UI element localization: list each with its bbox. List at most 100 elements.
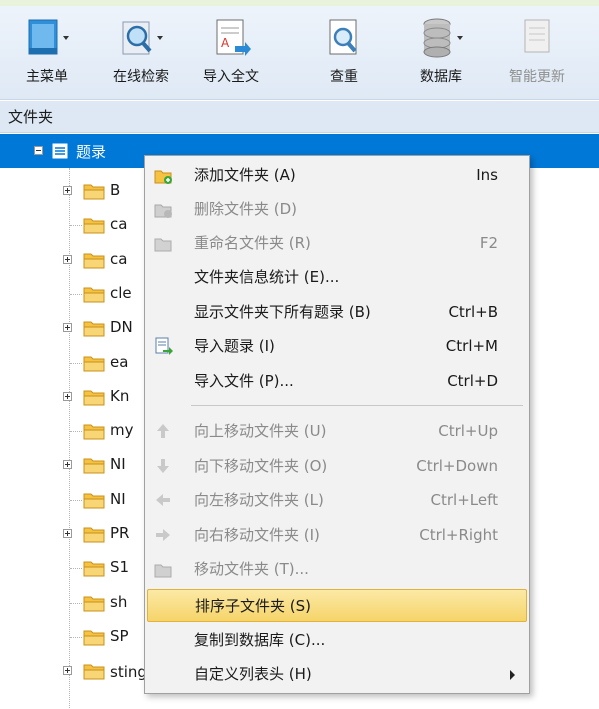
menu-item-label: 排序子文件夹 (S) [195,597,311,615]
menu-item-shortcut: Ctrl+B [448,303,498,321]
menu-item[interactable]: 复制到数据库 (C)... [147,624,527,657]
import-fulltext-button[interactable]: A 导入全文 [192,10,270,94]
online-search-icon [122,21,163,55]
arrow-left-icon [156,494,170,506]
menu-item-label: 添加文件夹 (A) [194,166,296,184]
tree-connector [70,602,82,604]
menu-item[interactable]: 导入文件 (P)... Ctrl+D [147,365,527,398]
folder-panel-header: 文件夹 [0,101,599,133]
menu-item[interactable]: 向下移动文件夹 (O) Ctrl+Down [147,450,527,483]
folder-icon [83,424,105,440]
database-button[interactable]: 数据库 [402,10,480,94]
expand-icon[interactable] [63,254,72,264]
tree-node-label: my [110,421,134,440]
menu-item[interactable]: 导入题录 (I) Ctrl+M [147,330,527,363]
tree-node-label: Kn [110,386,130,405]
menu-item-shortcut: Ins [476,166,498,184]
menu-item-label: 向上移动文件夹 (U) [194,422,327,440]
folder-icon [83,664,105,680]
menu-item[interactable]: 排序子文件夹 (S) [147,589,527,622]
folder-icon [83,390,105,406]
menu-item-shortcut: Ctrl+D [447,372,498,390]
tree-connector [70,362,82,364]
main-menu-icon [28,19,69,55]
folder-icon [83,458,105,474]
menu-item[interactable]: 向右移动文件夹 (I) Ctrl+Right [147,519,527,552]
menu-item-label: 向左移动文件夹 (L) [194,491,324,509]
database-icon [423,18,463,58]
smart-update-icon [524,19,550,53]
tree-node-label: sh [110,592,128,611]
menu-item[interactable]: 显示文件夹下所有题录 (B) Ctrl+B [147,296,527,329]
tree-node-label: PR [110,524,130,542]
tree-connector [70,568,82,570]
main-menu-button[interactable]: 主菜单 [8,10,86,94]
menu-item[interactable]: 重命名文件夹 (R) F2 [147,227,527,260]
svg-text:A: A [221,36,230,50]
tree-node-label: ca [110,249,128,268]
folder-icon [83,527,105,543]
tree-node-label: cle [110,283,132,302]
menu-item[interactable]: 向上移动文件夹 (U) Ctrl+Up [147,415,527,448]
folder-context-menu: 添加文件夹 (A) Ins 删除文件夹 (D) 重命名文件夹 (R) F2 文件夹信息统计… [144,155,530,694]
main-menu-label: 主菜单 [26,69,68,85]
expand-icon[interactable] [63,529,72,538]
menu-item-label: 重命名文件夹 (R) [194,234,311,252]
smart-update-label: 智能更新 [509,69,565,85]
database-label: 数据库 [420,69,462,85]
menu-item-label: 向下移动文件夹 (O) [194,457,328,475]
toolbar-top-strip [0,0,599,6]
menu-item[interactable]: 添加文件夹 (A) Ins [147,159,527,192]
tree-node-label: NI [110,489,126,508]
duplicate-check-button[interactable]: 查重 [305,10,383,94]
duplicate-check-label: 查重 [330,69,358,85]
tree-connector [70,225,82,227]
submenu-arrow-icon [510,670,515,680]
duplicate-check-icon [329,19,357,55]
tree-node-label: S1 [110,558,130,577]
arrow-right-icon [156,529,170,541]
menu-item-shortcut: Ctrl+M [445,337,498,355]
import-records-icon [155,337,173,355]
expand-icon[interactable] [63,323,72,333]
menu-item-shortcut: Ctrl+Up [438,422,498,440]
expand-icon[interactable] [63,186,72,195]
online-search-button[interactable]: 在线检索 [102,10,180,94]
expand-icon[interactable] [63,391,72,401]
menu-item-label: 复制到数据库 (C)... [194,631,326,649]
menu-item-label: 自定义列表头 (H) [194,665,312,683]
delete-folder-icon [154,204,172,218]
folder-icon [83,287,105,303]
folder-icon [83,253,105,269]
folder-icon [83,493,105,509]
record-list-icon [52,143,68,159]
tree-node-label: ea [110,352,129,371]
menu-separator [191,405,523,406]
menu-item-label: 导入文件 (P)... [194,372,294,390]
tree-connector [70,431,82,433]
import-fulltext-icon: A [216,19,251,56]
move-folder-icon [154,564,172,578]
collapse-icon[interactable] [34,146,43,155]
import-fulltext-label: 导入全文 [203,69,259,85]
tree-connector [70,636,82,638]
expand-icon[interactable] [63,666,72,676]
tree-connector [70,499,82,501]
expand-icon[interactable] [63,460,72,470]
tree-node-label: B [110,181,121,199]
folder-icon [83,561,105,577]
folder-icon [83,184,105,200]
arrow-up-icon [157,424,169,438]
menu-item-shortcut: Ctrl+Down [416,457,498,475]
menu-item-shortcut: Ctrl+Right [419,526,498,544]
folder-icon [83,630,105,646]
smart-update-button[interactable]: 智能更新 [498,10,576,94]
menu-item[interactable]: 自定义列表头 (H) [147,658,527,691]
menu-item-label: 删除文件夹 (D) [194,200,298,218]
menu-item[interactable]: 移动文件夹 (T)... [147,553,527,586]
menu-item[interactable]: 删除文件夹 (D) [147,193,527,226]
menu-item[interactable]: 文件夹信息统计 (E)... [147,261,527,294]
folder-icon [83,321,105,337]
menu-item-shortcut: F2 [479,234,498,252]
menu-item[interactable]: 向左移动文件夹 (L) Ctrl+Left [147,484,527,517]
